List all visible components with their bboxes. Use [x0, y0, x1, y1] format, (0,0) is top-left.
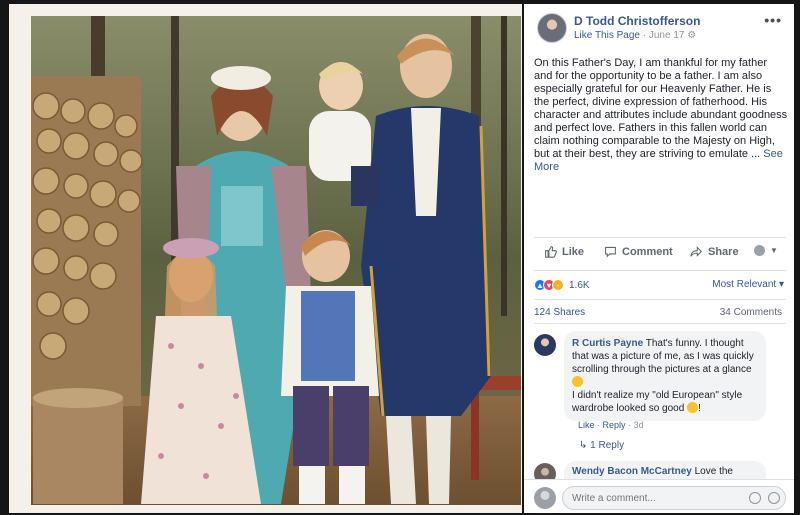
camera-icon[interactable]	[768, 492, 780, 504]
haha-reaction-icon: ·	[552, 279, 564, 291]
emoji-picker-icon[interactable]	[749, 492, 761, 504]
comment-like-link[interactable]: Like	[578, 420, 595, 430]
comment-button[interactable]: Comment	[604, 245, 673, 258]
reaction-summary[interactable]: ▲ ♥ · 1.6K	[534, 277, 590, 293]
composer-icons	[749, 492, 780, 504]
smile-emoji-icon	[572, 376, 583, 387]
comment-sort-dropdown[interactable]: Most Relevant ▾	[712, 279, 784, 290]
action-bar: Like Comment Share ▼	[524, 241, 794, 265]
smile-emoji-icon	[687, 402, 699, 413]
comment-text: Love the	[694, 466, 733, 477]
comment-reply-link[interactable]: Reply	[603, 420, 626, 430]
author-name[interactable]: D Todd Christofferson	[574, 14, 700, 28]
post-date[interactable]: June 17	[649, 30, 685, 41]
reaction-count: 1.6K	[569, 279, 590, 291]
family-photo[interactable]	[31, 16, 521, 505]
more-options-icon[interactable]: •••	[764, 12, 782, 28]
post-header: D Todd Christofferson Like This Page · J…	[524, 4, 794, 46]
divider	[534, 323, 786, 324]
share-button[interactable]: Share	[690, 245, 739, 258]
comment-label: Comment	[622, 245, 673, 258]
current-user-avatar	[534, 487, 556, 509]
comment-meta: Like · Reply · 3d	[578, 420, 644, 430]
like-button[interactable]: Like	[544, 245, 584, 258]
reaction-profile-selector[interactable]: ▼	[754, 245, 778, 256]
comment-text: I didn't realize my "old European" style…	[572, 390, 743, 414]
view-replies-link[interactable]: ↳ 1 Reply	[579, 440, 624, 451]
divider	[534, 237, 786, 238]
divider	[534, 270, 786, 271]
privacy-gear-icon: ⚙	[687, 30, 697, 41]
subline-separator: ·	[642, 30, 647, 41]
comment-age[interactable]: 3d	[634, 420, 644, 430]
author-avatar[interactable]	[537, 13, 567, 43]
divider	[534, 299, 786, 300]
like-label: Like	[562, 245, 585, 258]
photo-viewer: D Todd Christofferson Like This Page · J…	[0, 0, 800, 515]
share-arrow-icon	[690, 246, 703, 257]
comments-count[interactable]: 34 Comments	[720, 307, 782, 318]
window-edge	[794, 4, 800, 513]
thumbs-up-icon	[545, 246, 557, 258]
comment-text: !	[698, 403, 701, 414]
like-page-link[interactable]: Like This Page	[574, 30, 640, 41]
shares-count[interactable]: 124 Shares	[534, 307, 585, 318]
commenter-avatar[interactable]	[534, 334, 556, 356]
comment-composer	[524, 479, 794, 513]
reply-arrow-icon: ↳	[579, 440, 591, 451]
post-subline: Like This Page · June 17 ⚙	[574, 30, 696, 41]
share-label: Share	[708, 245, 739, 258]
post-panel: D Todd Christofferson Like This Page · J…	[524, 4, 794, 513]
post-text: On this Father's Day, I am thankful for …	[534, 57, 788, 174]
caret-down-icon: ▼	[770, 246, 778, 255]
replies-count: 1 Reply	[590, 440, 625, 451]
commenter-name[interactable]: R Curtis Payne	[572, 338, 643, 349]
family-photo-illustration	[31, 16, 521, 505]
profile-mini-avatar	[754, 245, 765, 256]
post-body-text: On this Father's Day, I am thankful for …	[534, 57, 788, 160]
comment-bubble: Wendy Bacon McCartney Love the	[564, 461, 766, 481]
photo-mat	[9, 4, 522, 513]
speech-bubble-icon	[605, 246, 616, 258]
commenter-name[interactable]: Wendy Bacon McCartney	[572, 466, 692, 477]
comment-bubble: R Curtis Payne That's funny. I thought t…	[564, 331, 766, 421]
